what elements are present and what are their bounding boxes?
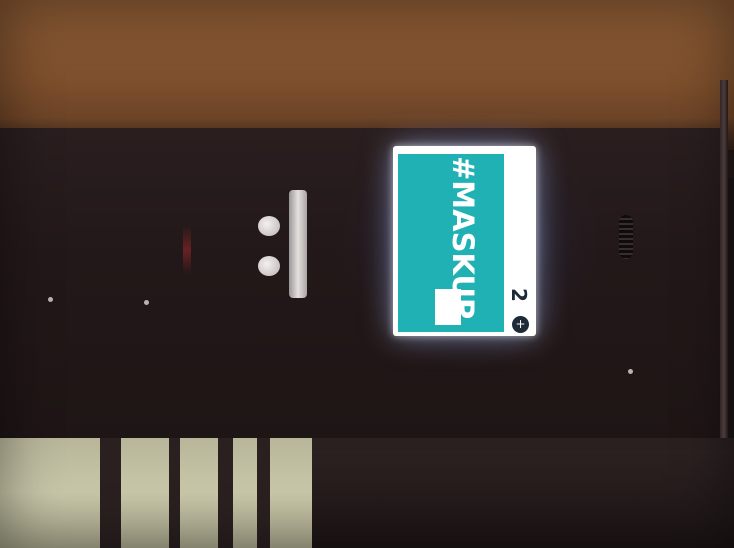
device-display: #MASKUP 2 +	[393, 146, 536, 336]
led-dot	[628, 369, 633, 374]
strap-dark	[312, 450, 734, 548]
led-dot	[48, 297, 53, 302]
speaker-grille	[619, 215, 633, 259]
slider-button[interactable]	[289, 190, 307, 298]
device-body	[0, 128, 728, 448]
counter-area: 2 +	[505, 286, 536, 336]
strap-segment	[180, 438, 218, 548]
led-dot	[144, 300, 149, 305]
counter-value: 2	[507, 288, 531, 302]
strap-segment	[121, 438, 169, 548]
strap-segment	[270, 438, 312, 548]
photo-scene: #MASKUP 2 +	[0, 0, 734, 548]
strap-segment	[0, 438, 100, 548]
cursor-block	[435, 289, 461, 325]
round-button-bottom[interactable]	[258, 256, 280, 276]
red-indicator	[183, 226, 191, 274]
plus-circle-icon: +	[512, 316, 529, 333]
strap-segment	[233, 438, 257, 548]
device-edge	[720, 80, 728, 450]
round-button-top[interactable]	[258, 216, 280, 236]
